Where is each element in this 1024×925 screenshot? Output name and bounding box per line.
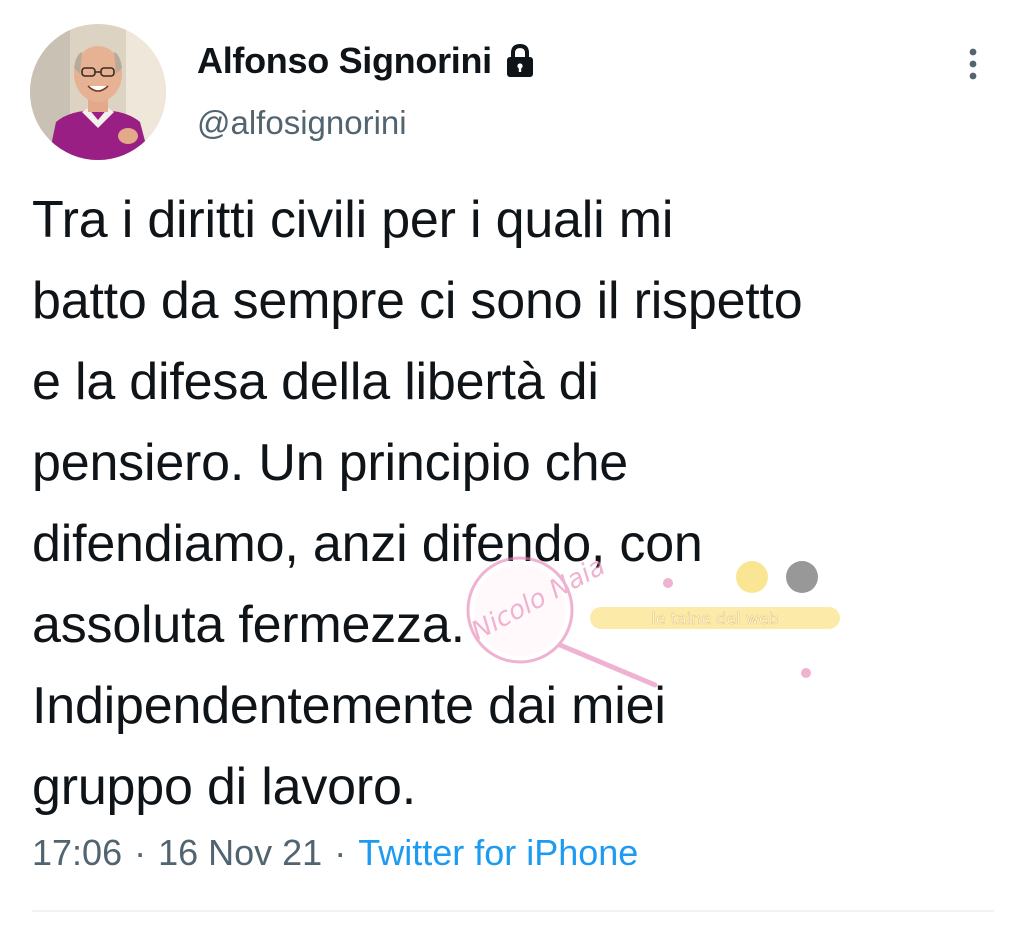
watermark-banner: le taine del web — [651, 609, 779, 628]
tweet-meta: 17:06 · 16 Nov 21 · Twitter for iPhone — [32, 832, 638, 874]
meta-separator: · — [134, 832, 147, 873]
tweet-line: pensiero. Un principio che — [32, 434, 629, 492]
avatar[interactable] — [30, 24, 166, 160]
tweet-text: Tra i diritti civili per i quali mi batt… — [32, 180, 1002, 828]
tweet-time[interactable]: 17:06 — [32, 832, 122, 874]
user-handle[interactable]: @alfosignorini — [197, 104, 407, 142]
tweet-line: Tra i diritti civili per i quali mi — [32, 191, 674, 249]
divider — [32, 910, 994, 912]
profile-photo-icon — [30, 24, 166, 160]
more-options-icon[interactable] — [958, 44, 988, 84]
tweet-line: gruppo di lavoro. — [32, 758, 416, 816]
meta-separator: · — [334, 832, 347, 873]
tweet-date[interactable]: 16 Nov 21 — [158, 832, 322, 874]
tweet-line: e la difesa della libertà di — [32, 353, 599, 411]
author-name-row: Alfonso Signorini — [197, 38, 536, 84]
watermark: Nicolo Naia le taine del web — [466, 551, 840, 688]
tweet-line: batto da sempre ci sono il rispetto — [32, 272, 803, 330]
lock-icon — [504, 43, 536, 79]
tweet-source-link[interactable]: Twitter for iPhone — [358, 832, 638, 874]
display-name[interactable]: Alfonso Signorini — [197, 40, 492, 82]
tweet-card: Alfonso Signorini @alfosignorini Tra i d… — [0, 0, 1024, 925]
